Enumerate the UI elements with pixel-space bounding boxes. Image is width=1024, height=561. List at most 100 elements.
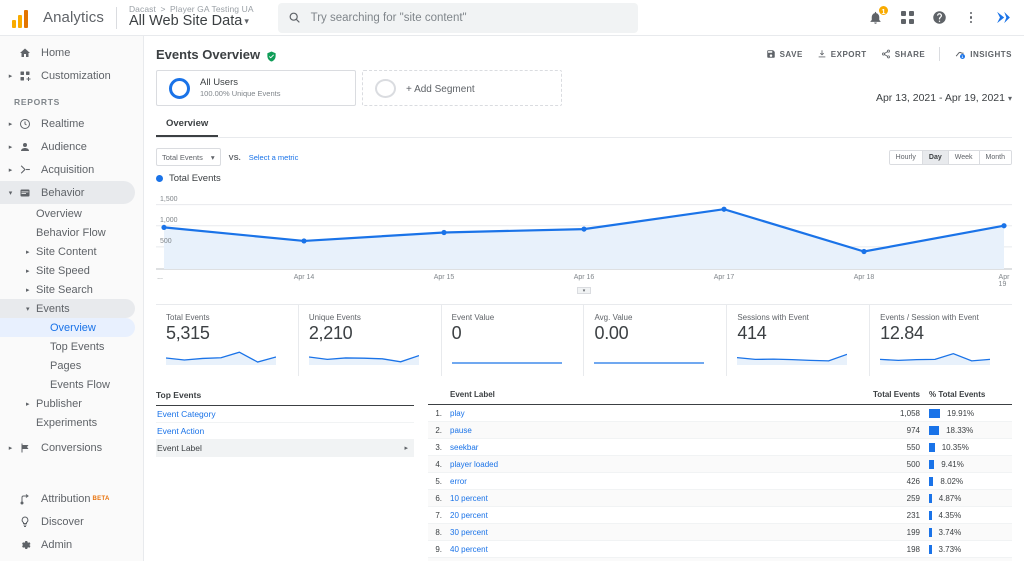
sidebar-item-pages[interactable]: Pages: [0, 356, 135, 375]
table-row[interactable]: 4. player loaded 500 9.41%: [428, 456, 1012, 473]
granularity-week[interactable]: Week: [948, 150, 980, 164]
sidebar-item-attribution[interactable]: Attribution BETA: [0, 487, 135, 510]
granularity-month[interactable]: Month: [979, 150, 1011, 164]
row-event-label[interactable]: seekbar: [446, 443, 848, 452]
sidebar-item-audience[interactable]: ▸ Audience: [0, 135, 135, 158]
table-row[interactable]: 5. error 426 8.02%: [428, 473, 1012, 490]
header-total-events: Total Events: [873, 390, 920, 399]
row-event-label[interactable]: 30 percent: [446, 528, 848, 537]
tab-overview[interactable]: Overview: [156, 118, 219, 137]
segment-all-users[interactable]: All Users 100.00% Unique Events: [156, 70, 356, 106]
main-content: Events Overview SAVE EXPORT SHARE 1 INSI…: [144, 36, 1024, 561]
row-rank: 8.: [435, 527, 442, 537]
row-pct-bar: [929, 510, 932, 520]
row-event-label[interactable]: error: [446, 477, 848, 486]
sidebar-item-admin[interactable]: Admin: [0, 533, 135, 556]
row-pct-value: 4.35%: [938, 510, 962, 520]
metric-card[interactable]: Sessions with Event 414: [727, 305, 871, 376]
row-rank: 4.: [435, 459, 442, 469]
sidebar-item-experiments[interactable]: Experiments: [0, 413, 135, 432]
metric-card[interactable]: Total Events 5,315: [156, 305, 299, 376]
sidebar-item-events-overview[interactable]: Overview: [0, 318, 135, 337]
divider: [115, 6, 117, 29]
sidebar-item-top-events[interactable]: Top Events: [0, 337, 135, 356]
granularity-hourly[interactable]: Hourly: [889, 150, 923, 164]
metric-card[interactable]: Avg. Value 0.00: [584, 305, 728, 376]
sidebar-item-site-search[interactable]: ▸ Site Search: [0, 280, 135, 299]
behavior-subnav: Overview Behavior Flow ▸ Site Content ▸ Si…: [0, 204, 143, 432]
row-pct-cell: 10.35%: [920, 442, 1012, 452]
metric-value: 2,210: [308, 323, 353, 343]
date-range-picker[interactable]: Apr 13, 2021 - Apr 19, 2021 ▾: [876, 70, 1012, 104]
row-pct-cell: 9.41%: [920, 459, 1012, 469]
search-placeholder: Try searching for "site content": [310, 11, 467, 24]
table-row[interactable]: 3. seekbar 550 10.35%: [428, 439, 1012, 456]
chart-scroll-handle[interactable]: ▾: [577, 287, 591, 294]
granularity-day[interactable]: Day: [922, 150, 949, 164]
property-view-name[interactable]: All Web Site Data ▾: [129, 14, 254, 29]
x-axis-tick: Apr 19: [998, 274, 1010, 288]
table-row[interactable]: 9. 40 percent 198 3.73%: [428, 541, 1012, 558]
sidebar-item-publisher[interactable]: ▸ Publisher: [0, 394, 135, 413]
row-pct-value: 18.33%: [946, 425, 974, 435]
top-events-row-event-action[interactable]: Event Action: [156, 423, 414, 440]
metric-sparkline: [165, 347, 288, 370]
table-row[interactable]: 8. 30 percent 199 3.74%: [428, 524, 1012, 541]
sidebar-item-behavior-overview[interactable]: Overview: [0, 204, 135, 223]
row-event-label[interactable]: player loaded: [446, 460, 848, 469]
row-total-events: 198: [906, 544, 920, 554]
sidebar-item-events-flow[interactable]: Events Flow: [0, 375, 135, 394]
add-segment-button[interactable]: + Add Segment: [362, 70, 562, 106]
insights-button[interactable]: 1 INSIGHTS: [954, 48, 1012, 60]
search-input[interactable]: Try searching for "site content": [277, 2, 638, 33]
sidebar-item-home[interactable]: Home: [0, 41, 135, 64]
sidebar-item-conversions[interactable]: ▸ Conversions: [0, 436, 135, 459]
row-event-label[interactable]: play: [446, 409, 848, 418]
metric-card[interactable]: Unique Events 2,210: [299, 305, 442, 376]
metric-value: 5,315: [166, 323, 210, 343]
x-axis-tick: Apr 18: [853, 274, 875, 281]
top-events-row-event-category[interactable]: Event Category: [156, 406, 414, 423]
table-row[interactable]: 6. 10 percent 259 4.87%: [428, 490, 1012, 507]
events-line-chart[interactable]: 1,500 1,000 500: [156, 188, 1012, 274]
table-row[interactable]: 2. pause 974 18.33%: [428, 422, 1012, 439]
table-row[interactable]: 7. 20 percent 231 4.35%: [428, 507, 1012, 524]
row-event-label[interactable]: 40 percent: [446, 545, 848, 554]
row-event-label[interactable]: pause: [446, 426, 848, 435]
beta-badge: BETA: [92, 495, 110, 502]
sidebar-item-behavior-flow[interactable]: Behavior Flow: [0, 223, 135, 242]
sidebar-item-acquisition[interactable]: ▸ Acquisition: [0, 158, 135, 181]
sidebar-item-discover[interactable]: Discover: [0, 510, 135, 533]
attribution-icon: [15, 493, 35, 505]
bell-icon[interactable]: 1: [866, 4, 889, 27]
share-button[interactable]: SHARE: [881, 49, 926, 59]
metric-select[interactable]: Total Events ▾: [156, 148, 221, 166]
metric-card[interactable]: Event Value 0: [442, 305, 585, 376]
save-button[interactable]: SAVE: [766, 49, 803, 59]
export-button[interactable]: EXPORT: [817, 49, 867, 59]
sidebar-item-behavior[interactable]: ▾ Behavior: [0, 181, 135, 204]
row-pct-bar: [929, 544, 932, 554]
top-events-row-event-label[interactable]: Event Label ▸: [156, 440, 414, 457]
date-range-label: Apr 13, 2021 - Apr 19, 2021: [875, 92, 1005, 104]
help-icon[interactable]: [930, 9, 948, 27]
metric-card[interactable]: Events / Session with Event 12.84: [870, 305, 1012, 376]
select-a-metric-link[interactable]: Select a metric: [249, 153, 299, 162]
apps-grid-icon[interactable]: [898, 9, 916, 27]
sidebar-item-customization[interactable]: ▸ Customization: [0, 64, 135, 87]
metric-value: 0.00: [594, 323, 629, 343]
sidebar-item-realtime[interactable]: ▸ Realtime: [0, 112, 135, 135]
sidebar-item-label: Customization: [41, 69, 111, 82]
sidebar-item-site-content[interactable]: ▸ Site Content: [0, 242, 135, 261]
sidebar-item-events[interactable]: ▾ Events: [0, 299, 135, 318]
avatar-icon[interactable]: [994, 9, 1012, 27]
row-pct-cell: 18.33%: [920, 425, 1012, 435]
account-selector[interactable]: Dacast > Player GA Testing UA All Web Si…: [129, 5, 254, 29]
chart-legend: Total Events: [156, 173, 1012, 184]
y-axis-tick: 500: [160, 237, 172, 245]
row-event-label[interactable]: 20 percent: [446, 511, 848, 520]
table-row[interactable]: 1. play 1,058 19.91%: [428, 405, 1012, 422]
row-event-label[interactable]: 10 percent: [446, 494, 848, 503]
sidebar-item-site-speed[interactable]: ▸ Site Speed: [0, 261, 135, 280]
more-vert-icon[interactable]: [962, 9, 980, 27]
